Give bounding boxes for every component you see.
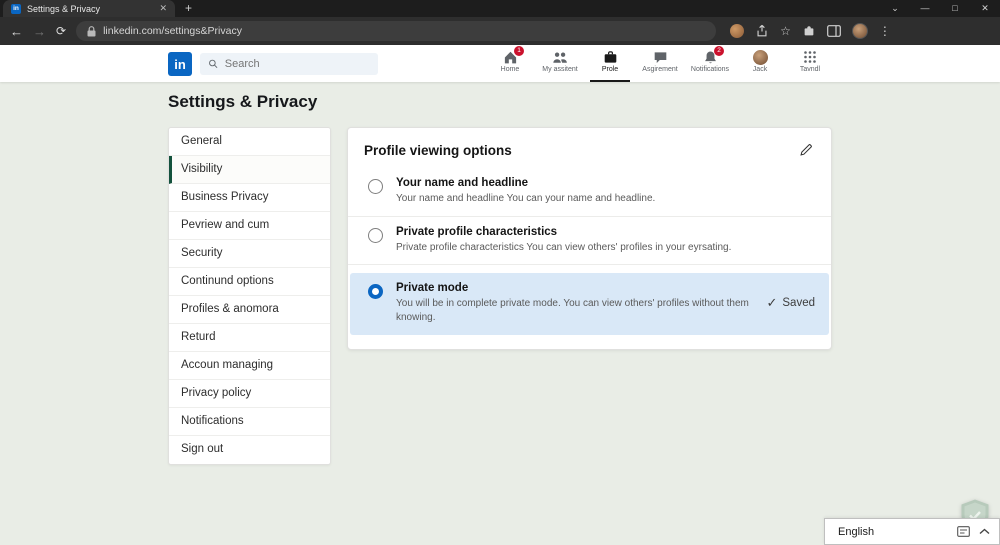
panel-title: Profile viewing options [364,142,512,158]
check-icon: ✓ [766,295,778,310]
sidebar-item-continued-options[interactable]: Continund options [169,268,330,296]
browser-tab[interactable]: in Settings & Privacy ✕ [3,0,175,17]
tab-title: Settings & Privacy [27,3,101,14]
browser-menu-icon[interactable]: ⋮ [879,25,891,37]
nav-item-apps[interactable]: Tavndl [785,45,835,82]
nav-item-profile[interactable]: Prole [585,45,635,82]
nav-item-me[interactable]: Jack [735,45,785,82]
people-icon [552,49,568,65]
nav-item-notifications[interactable]: Notifications 2 [685,45,735,82]
sidebar-item-preview[interactable]: Pevriew and cum [169,212,330,240]
favorite-star-icon[interactable]: ☆ [780,25,791,37]
sidebar-item-return[interactable]: Returd [169,324,330,352]
sidebar-item-profiles[interactable]: Profiles & anomora [169,296,330,324]
notifications-badge: 2 [714,46,724,56]
language-input-icon[interactable] [957,526,970,537]
user-avatar [752,49,768,65]
radio-selected-icon[interactable] [368,284,383,299]
nav-item-home[interactable]: Home 1 [485,45,535,82]
browser-tabstrip: in Settings & Privacy ✕ + ⌄ — □ ✕ [0,0,1000,17]
search-input[interactable] [224,58,370,70]
language-label: English [838,525,875,538]
sidebar-item-visibility[interactable]: Visibility [169,156,330,184]
home-badge: 1 [514,46,524,56]
refresh-button[interactable]: ⟳ [56,24,66,38]
sidebar-item-sign-out[interactable]: Sign out [169,436,330,464]
address-bar[interactable]: linkedin.com/settings&Privacy [76,21,717,41]
chevron-up-icon[interactable] [979,528,990,535]
briefcase-icon [603,49,618,65]
linkedin-nav: Home 1 My assitent Prole Asgirement Noti… [485,45,835,82]
sidebar-item-business-privacy[interactable]: Business Privacy [169,184,330,212]
language-selector[interactable]: English [824,518,1000,545]
page-title: Settings & Privacy [168,92,318,111]
sidebar-split-icon[interactable] [826,25,841,37]
extension-avatar-icon[interactable] [730,24,745,38]
sidebar-item-privacy-policy[interactable]: Privacy policy [169,380,330,408]
saved-status: ✓ Saved [766,295,815,310]
maximize-button[interactable]: □ [940,0,970,17]
profile-viewing-options-panel: Profile viewing options Your name and he… [347,127,832,350]
option-private-characteristics[interactable]: Private profile characteristics Private … [348,217,831,265]
browser-profile-avatar[interactable] [851,23,868,39]
search-box[interactable] [200,53,378,75]
nav-item-messaging[interactable]: Asgirement [635,45,685,82]
radio-unselected-icon[interactable] [368,179,383,194]
sidebar-item-notifications[interactable]: Notifications [169,408,330,436]
grid-icon [803,49,817,65]
lock-icon [87,25,96,36]
search-icon [209,59,218,69]
url-text: linkedin.com/settings&Privacy [103,25,242,37]
radio-unselected-icon[interactable] [368,227,383,243]
close-window-button[interactable]: ✕ [970,0,1000,17]
linkedin-logo[interactable]: in [168,52,192,76]
linkedin-favicon-icon: in [11,3,21,14]
linkedin-header: in Home 1 My assitent [0,45,1000,82]
forward-button[interactable]: → [33,24,46,39]
edit-pencil-button[interactable] [797,141,815,159]
share-icon[interactable] [755,24,769,38]
back-button[interactable]: ← [10,24,23,39]
tab-close-icon[interactable]: ✕ [159,3,167,14]
extensions-puzzle-icon[interactable] [802,24,816,38]
new-tab-button[interactable]: + [185,0,192,17]
browser-toolbar: ← → ⟳ linkedin.com/settings&Privacy ☆ ⋮ [0,17,1000,45]
sidebar-item-general[interactable]: General [169,128,330,156]
sidebar-item-security[interactable]: Security [169,240,330,268]
minimize-button[interactable]: — [910,0,940,17]
chat-bubble-icon [653,49,668,65]
option-private-mode[interactable]: Private mode You will be in complete pri… [350,273,829,335]
tab-actions-chevron-icon[interactable]: ⌄ [880,0,910,17]
settings-sidebar: General Visibility Business Privacy Pevr… [168,127,331,465]
sidebar-item-account-managing[interactable]: Accoun managing [169,352,330,380]
option-name-headline[interactable]: Your name and headline Your name and hea… [348,168,831,217]
nav-item-network[interactable]: My assitent [535,45,585,82]
